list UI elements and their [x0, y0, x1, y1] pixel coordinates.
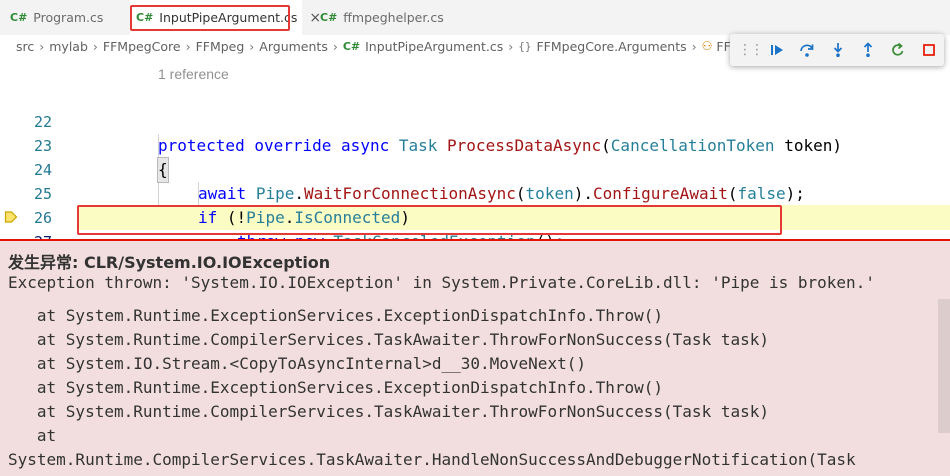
tab-input-pipe-argument-cs[interactable]: C# InputPipeArgument.cs ×: [130, 0, 321, 35]
class-icon: ⚇: [701, 39, 713, 53]
continue-icon: [771, 45, 784, 55]
breadcrumb-item-arguments[interactable]: Arguments: [259, 39, 328, 54]
csharp-file-icon: C#: [10, 11, 28, 24]
tab-label: Program.cs: [33, 10, 104, 25]
drag-handle-icon[interactable]: ⋮⋮: [738, 42, 764, 58]
code-line-24: 24 await Pipe.WaitForConnectionAsync(tok…: [0, 134, 950, 203]
chevron-right-icon: ›: [39, 38, 45, 54]
namespace-icon: {}: [518, 39, 532, 53]
breadcrumb-item-src[interactable]: src: [16, 39, 34, 54]
csharp-file-icon: C#: [342, 39, 361, 53]
code-line-25: 25 if (!Pipe.IsConnected): [0, 158, 950, 227]
stack-frame: at System.IO.Stream.<CopyToAsyncInternal…: [8, 354, 586, 373]
code-line-26: 26 throw new TaskCanceledException();: [0, 182, 950, 251]
chevron-right-icon: ›: [249, 38, 255, 54]
code-editor[interactable]: 1 reference 22 protected override async …: [0, 57, 950, 275]
breadcrumb-item-ffmpeg[interactable]: FFMpeg: [196, 39, 245, 54]
chevron-right-icon: ›: [332, 38, 338, 54]
exception-stack-trace: at System.Runtime.ExceptionServices.Exce…: [8, 304, 856, 472]
breadcrumb-item-ffmpegcore[interactable]: FFMpegCore: [103, 39, 181, 54]
chevron-right-icon: ›: [185, 38, 191, 54]
tab-label: ffmpeghelper.cs: [343, 10, 444, 25]
stack-frame: at System.Runtime.CompilerServices.TaskA…: [8, 402, 769, 421]
chevron-right-icon: ›: [691, 38, 697, 54]
tab-ffmpeghelper-cs[interactable]: C# ffmpeghelper.cs: [318, 0, 448, 35]
stack-frame: at System.Runtime.CompilerServices.TaskA…: [8, 330, 769, 349]
csharp-file-icon: C#: [136, 11, 154, 24]
csharp-file-icon: C#: [320, 11, 338, 24]
stack-frame: at: [8, 426, 57, 445]
exception-scrollbar[interactable]: [938, 299, 950, 433]
restart-icon: [892, 42, 904, 56]
breadcrumb-item-namespace[interactable]: FFMpegCore.Arguments: [536, 39, 686, 54]
exception-message: Exception thrown: 'System.IO.IOException…: [8, 273, 875, 292]
debug-current-line-arrow-icon: [4, 211, 18, 223]
code-line-22: 22 protected override async Task Process…: [0, 86, 950, 155]
stack-frame: at System.Runtime.ExceptionServices.Exce…: [8, 306, 664, 325]
exception-title: 发生异常: CLR/System.IO.IOException: [8, 253, 331, 272]
tab-program-cs[interactable]: C# Program.cs: [8, 0, 126, 35]
breadcrumb-item-file[interactable]: InputPipeArgument.cs: [365, 39, 503, 54]
step-over-icon: [800, 44, 814, 57]
stack-frame: at System.Runtime.ExceptionServices.Exce…: [8, 378, 664, 397]
exception-widget: 发生异常: CLR/System.IO.IOException Exceptio…: [0, 239, 950, 476]
editor-tab-bar: C# Program.cs C# InputPipeArgument.cs × …: [0, 0, 950, 35]
stack-frame: System.Runtime.CompilerServices.TaskAwai…: [8, 450, 856, 469]
tab-label: InputPipeArgument.cs: [159, 10, 298, 25]
stop-icon: [922, 44, 935, 56]
codelens-references[interactable]: 1 reference: [158, 66, 229, 82]
step-out-icon: [864, 42, 873, 57]
code-line-27: 27 await Writer.CopyAsync(Pipe, token).C…: [0, 206, 950, 275]
breadcrumb-item-mylab[interactable]: mylab: [49, 39, 88, 54]
chevron-right-icon: ›: [92, 38, 98, 54]
code-line-23: 23 {: [0, 110, 950, 183]
step-into-icon: [833, 43, 842, 57]
chevron-right-icon: ›: [508, 38, 514, 54]
